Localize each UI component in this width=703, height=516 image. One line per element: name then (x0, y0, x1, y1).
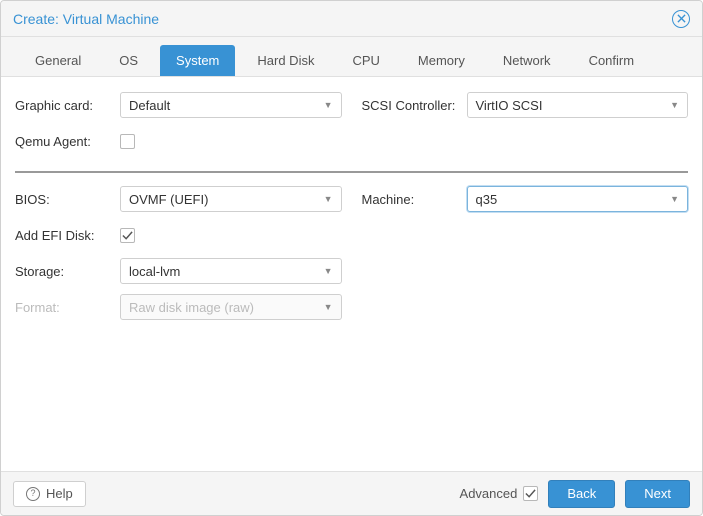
tab-cpu[interactable]: CPU (336, 45, 395, 76)
next-button[interactable]: Next (625, 480, 690, 508)
chevron-down-icon: ▼ (670, 100, 679, 110)
footer: ? Help Advanced Back Next (1, 471, 702, 515)
separator (15, 171, 688, 173)
advanced-checkbox[interactable] (523, 486, 538, 501)
graphic-card-value: Default (129, 98, 170, 113)
format-value: Raw disk image (raw) (129, 300, 254, 315)
chevron-down-icon: ▼ (324, 194, 333, 204)
advanced-toggle[interactable]: Advanced (460, 486, 539, 501)
format-label: Format: (15, 300, 120, 315)
advanced-label: Advanced (460, 486, 518, 501)
qemu-agent-checkbox[interactable] (120, 134, 135, 149)
window-title: Create: Virtual Machine (13, 11, 159, 27)
format-select: Raw disk image (raw) ▼ (120, 294, 342, 320)
bios-label: BIOS: (15, 192, 120, 207)
window: Create: Virtual Machine General OS Syste… (0, 0, 703, 516)
tab-system[interactable]: System (160, 45, 235, 76)
form-top: Graphic card: Default ▼ Qemu Agent: (15, 91, 688, 163)
form-bottom: BIOS: OVMF (UEFI) ▼ Add EFI Disk: S (15, 185, 688, 329)
help-label: Help (46, 486, 73, 501)
tab-network[interactable]: Network (487, 45, 567, 76)
bios-select[interactable]: OVMF (UEFI) ▼ (120, 186, 342, 212)
close-button[interactable] (672, 10, 690, 28)
tabs: General OS System Hard Disk CPU Memory N… (1, 37, 702, 77)
chevron-down-icon: ▼ (670, 194, 679, 204)
machine-label: Machine: (362, 192, 467, 207)
check-icon (122, 230, 133, 241)
titlebar: Create: Virtual Machine (1, 1, 702, 37)
chevron-down-icon: ▼ (324, 302, 333, 312)
close-icon (677, 14, 686, 23)
add-efi-disk-label: Add EFI Disk: (15, 228, 120, 243)
storage-label: Storage: (15, 264, 120, 279)
add-efi-disk-checkbox[interactable] (120, 228, 135, 243)
graphic-card-label: Graphic card: (15, 98, 120, 113)
check-icon (525, 488, 536, 499)
tab-general[interactable]: General (19, 45, 97, 76)
bios-value: OVMF (UEFI) (129, 192, 208, 207)
graphic-card-select[interactable]: Default ▼ (120, 92, 342, 118)
machine-value: q35 (476, 192, 498, 207)
help-icon: ? (26, 487, 40, 501)
help-button[interactable]: ? Help (13, 481, 86, 507)
storage-value: local-lvm (129, 264, 180, 279)
chevron-down-icon: ▼ (324, 100, 333, 110)
back-button[interactable]: Back (548, 480, 615, 508)
scsi-controller-value: VirtIO SCSI (476, 98, 543, 113)
storage-select[interactable]: local-lvm ▼ (120, 258, 342, 284)
tab-hard-disk[interactable]: Hard Disk (241, 45, 330, 76)
footer-right: Advanced Back Next (460, 480, 690, 508)
machine-select[interactable]: q35 ▼ (467, 186, 689, 212)
content-area: Graphic card: Default ▼ Qemu Agent: (1, 77, 702, 471)
tab-os[interactable]: OS (103, 45, 154, 76)
scsi-controller-label: SCSI Controller: (362, 98, 467, 113)
qemu-agent-label: Qemu Agent: (15, 134, 120, 149)
scsi-controller-select[interactable]: VirtIO SCSI ▼ (467, 92, 689, 118)
tab-confirm[interactable]: Confirm (573, 45, 651, 76)
tab-memory[interactable]: Memory (402, 45, 481, 76)
chevron-down-icon: ▼ (324, 266, 333, 276)
